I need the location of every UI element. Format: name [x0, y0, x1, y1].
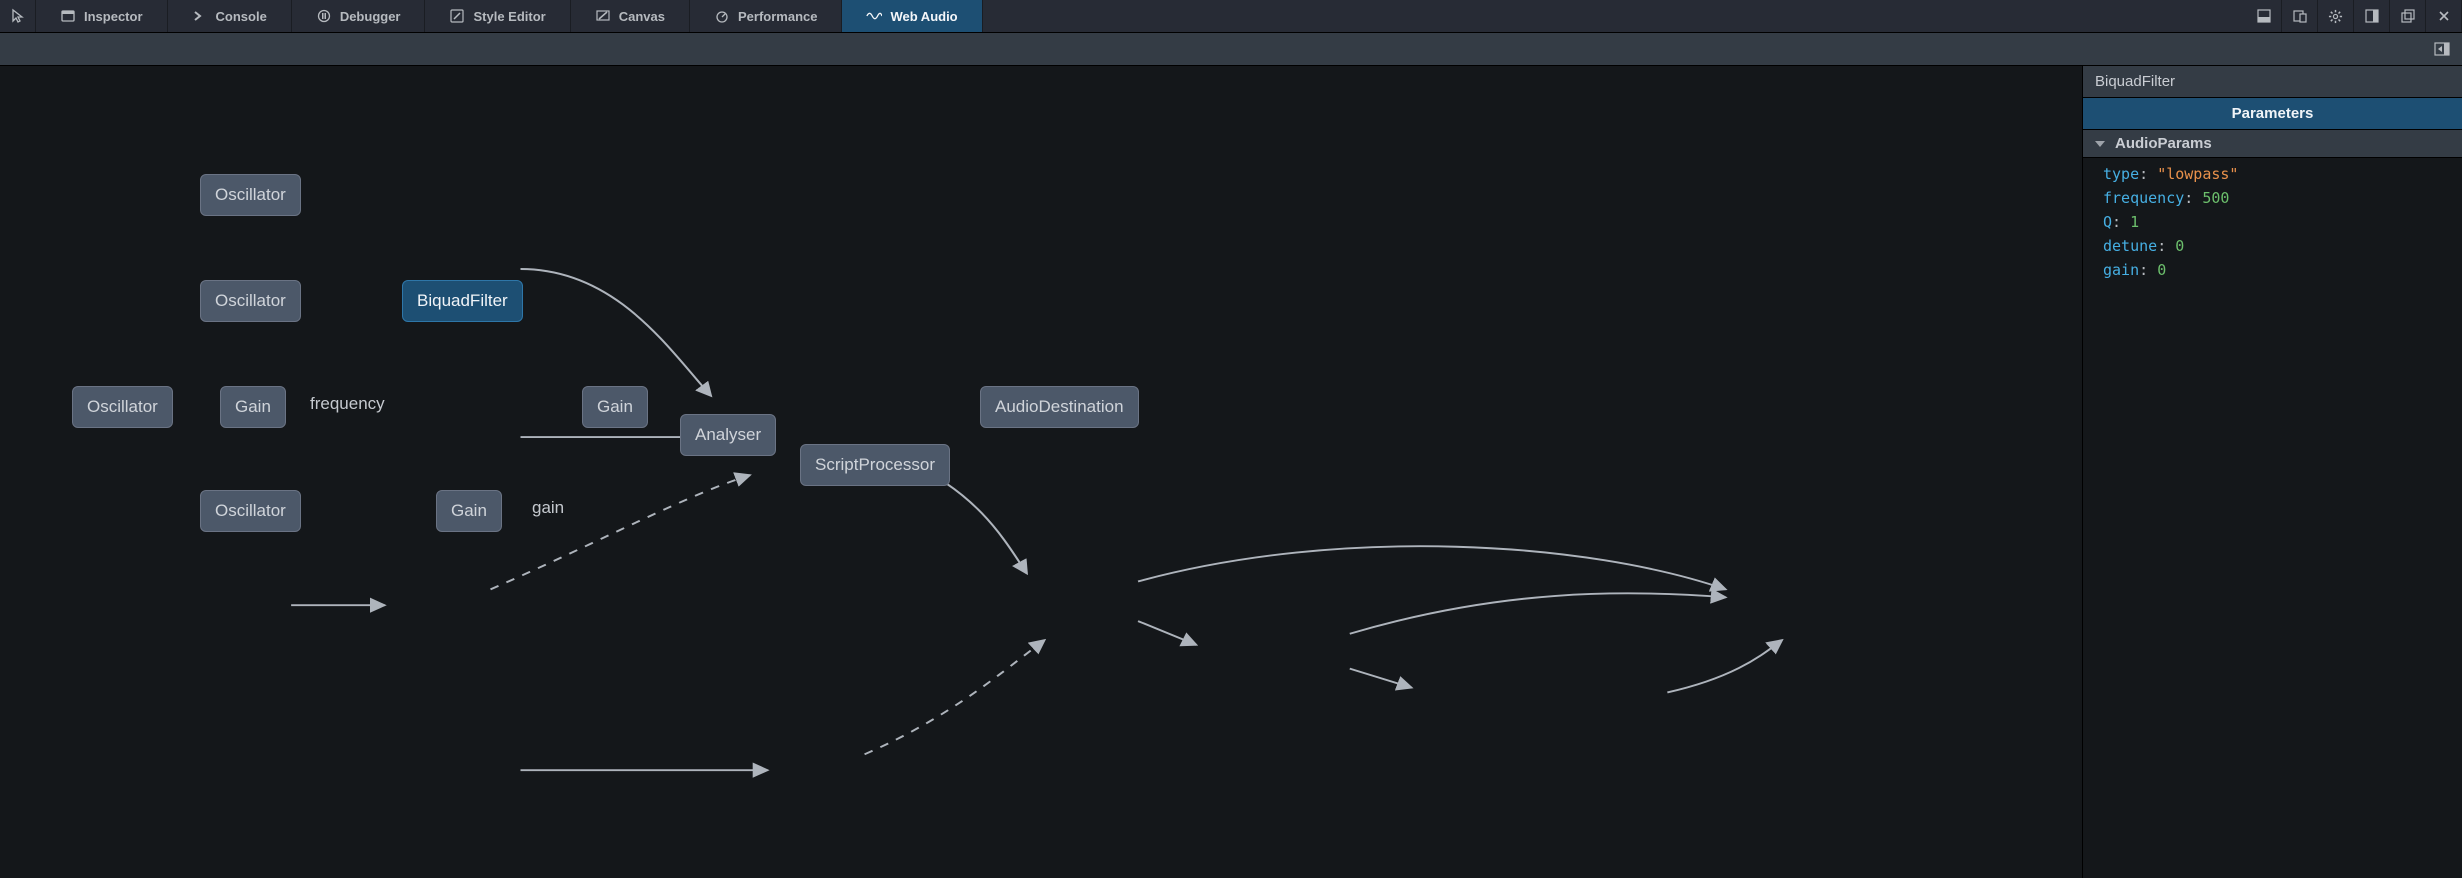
main-area: Oscillator Oscillator BiquadFilter Oscil… — [0, 66, 2462, 878]
node-oscillator[interactable]: Oscillator — [200, 174, 301, 216]
chevron-down-icon — [2095, 141, 2105, 147]
tab-label: Style Editor — [473, 9, 545, 24]
tab-canvas[interactable]: Canvas — [571, 0, 690, 32]
section-label: AudioParams — [2115, 135, 2212, 152]
close-icon — [2436, 8, 2452, 24]
param-row[interactable]: gain: 0 — [2083, 258, 2462, 282]
split-console-button[interactable] — [2246, 0, 2282, 32]
param-key: frequency — [2103, 189, 2184, 207]
edge-label-gain: gain — [532, 498, 564, 518]
tab-label: Console — [216, 9, 267, 24]
param-value: "lowpass" — [2157, 165, 2238, 183]
param-key: detune — [2103, 237, 2157, 255]
dock-side-icon — [2364, 8, 2380, 24]
inspector-tab-parameters[interactable]: Parameters — [2083, 98, 2462, 130]
node-gain[interactable]: Gain — [582, 386, 648, 428]
tab-inspector[interactable]: Inspector — [36, 0, 168, 32]
performance-icon — [714, 8, 730, 24]
pointer-icon — [10, 8, 26, 24]
inspector-node-title: BiquadFilter — [2083, 66, 2462, 98]
param-key: gain — [2103, 261, 2139, 279]
param-row[interactable]: Q: 1 — [2083, 210, 2462, 234]
inspector-icon — [60, 8, 76, 24]
param-key: type — [2103, 165, 2139, 183]
console-icon — [192, 8, 208, 24]
param-value: 0 — [2157, 261, 2166, 279]
tab-label: Web Audio — [890, 9, 957, 24]
param-value: 0 — [2175, 237, 2184, 255]
devtools-toolbar: Inspector Console Debugger Style Editor — [0, 0, 2462, 33]
audio-graph-pane[interactable]: Oscillator Oscillator BiquadFilter Oscil… — [0, 66, 2082, 878]
param-row[interactable]: frequency: 500 — [2083, 186, 2462, 210]
section-audioparams[interactable]: AudioParams — [2083, 130, 2462, 158]
tab-label: Inspector — [84, 9, 143, 24]
toggle-side-pane-button[interactable] — [2432, 39, 2452, 59]
popout-icon — [2400, 8, 2416, 24]
tab-style-editor[interactable]: Style Editor — [425, 0, 570, 32]
param-row[interactable]: detune: 0 — [2083, 234, 2462, 258]
responsive-mode-button[interactable] — [2282, 0, 2318, 32]
tab-label: Performance — [738, 9, 817, 24]
tab-console[interactable]: Console — [168, 0, 292, 32]
gear-icon — [2328, 8, 2344, 24]
node-oscillator[interactable]: Oscillator — [200, 280, 301, 322]
pick-element-button[interactable] — [0, 0, 36, 32]
tab-performance[interactable]: Performance — [690, 0, 842, 32]
tab-debugger[interactable]: Debugger — [292, 0, 426, 32]
settings-button[interactable] — [2318, 0, 2354, 32]
tab-label: Debugger — [340, 9, 401, 24]
debugger-icon — [316, 8, 332, 24]
inspector-side-pane: BiquadFilter Parameters AudioParams type… — [2082, 66, 2462, 878]
edge-label-frequency: frequency — [310, 394, 385, 414]
style-editor-icon — [449, 8, 465, 24]
node-oscillator[interactable]: Oscillator — [200, 490, 301, 532]
param-value: 500 — [2202, 189, 2229, 207]
dock-side-button[interactable] — [2354, 0, 2390, 32]
param-value: 1 — [2130, 213, 2139, 231]
node-gain[interactable]: Gain — [220, 386, 286, 428]
node-oscillator[interactable]: Oscillator — [72, 386, 173, 428]
param-key: Q — [2103, 213, 2112, 231]
separate-window-button[interactable] — [2390, 0, 2426, 32]
split-console-icon — [2256, 8, 2272, 24]
node-scriptprocessor[interactable]: ScriptProcessor — [800, 444, 950, 486]
responsive-icon — [2292, 8, 2308, 24]
node-analyser[interactable]: Analyser — [680, 414, 776, 456]
close-devtools-button[interactable] — [2426, 0, 2462, 32]
param-list: type: "lowpass" frequency: 500 Q: 1 detu… — [2083, 158, 2462, 286]
node-biquadfilter[interactable]: BiquadFilter — [402, 280, 523, 322]
node-gain[interactable]: Gain — [436, 490, 502, 532]
tab-web-audio[interactable]: Web Audio — [842, 0, 982, 32]
param-row[interactable]: type: "lowpass" — [2083, 162, 2462, 186]
secondary-toolbar — [0, 33, 2462, 66]
node-audiodestination[interactable]: AudioDestination — [980, 386, 1139, 428]
pane-collapse-icon — [2434, 42, 2450, 56]
tab-label: Canvas — [619, 9, 665, 24]
web-audio-icon — [866, 8, 882, 24]
canvas-icon — [595, 8, 611, 24]
